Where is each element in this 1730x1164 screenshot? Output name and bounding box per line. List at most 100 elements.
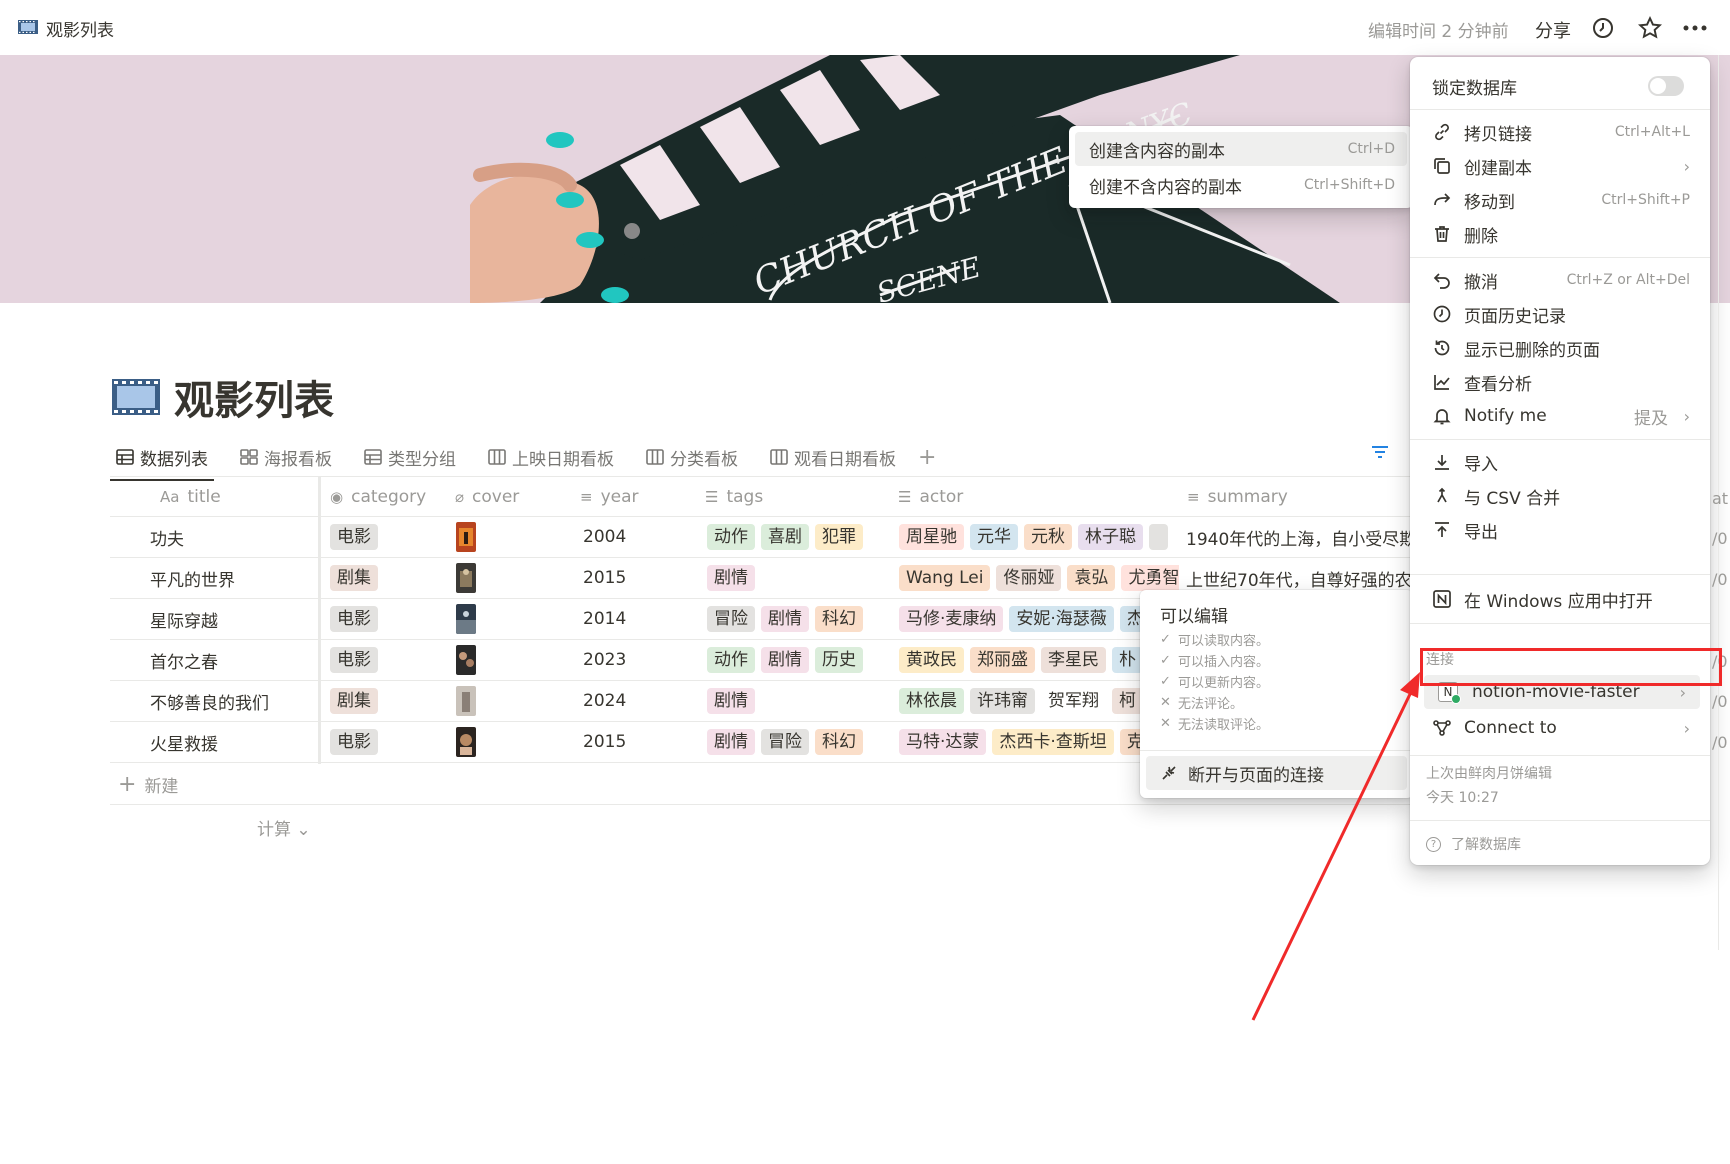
learn-database-link[interactable]: ? 了解数据库 <box>1426 834 1521 854</box>
import-item[interactable]: 导入 <box>1416 445 1704 479</box>
poster-thumbnail[interactable] <box>456 522 476 552</box>
export-item[interactable]: 导出 <box>1416 513 1704 547</box>
tag-chip: 犯罪 <box>815 524 863 550</box>
actor-chip: 杰西卡·查斯坦 <box>992 729 1114 755</box>
star-icon[interactable] <box>1637 15 1663 41</box>
permission-label: 可以更新内容。 <box>1178 676 1270 691</box>
divider <box>1410 574 1710 575</box>
category-tag: 电影 <box>330 524 378 550</box>
actor-chip: Wang Lei <box>899 565 991 591</box>
year-cell[interactable]: 2014 <box>583 599 626 639</box>
tag-chip: 科幻 <box>815 606 863 632</box>
column-header-category[interactable]: ◉ category <box>330 477 426 517</box>
view-tabs: 数据列表 海报看板 类型分组 上映日期看板 分类看板 观看日期看板 + <box>110 437 936 481</box>
actor-chip: 许玮甯 <box>970 688 1035 714</box>
tab-watch-board[interactable]: 观看日期看板 <box>764 437 902 477</box>
filter-icon[interactable] <box>1370 443 1390 461</box>
tag-chip: 动作 <box>707 524 755 550</box>
add-view-button[interactable]: + <box>918 445 936 470</box>
tab-category-board[interactable]: 分类看板 <box>640 437 744 477</box>
year-cell[interactable]: 2004 <box>583 517 626 557</box>
restore-icon <box>1434 340 1450 356</box>
year-cell[interactable]: 2015 <box>583 722 626 762</box>
delete-item[interactable]: 删除 <box>1416 217 1704 251</box>
gallery-icon <box>240 449 258 465</box>
view-analytics-item[interactable]: 查看分析 <box>1416 365 1704 399</box>
actor-chip: 柯 <box>1112 688 1143 714</box>
title-cell[interactable]: 星际穿越 <box>150 599 218 639</box>
duplicate-item[interactable]: 创建副本 › <box>1416 149 1704 183</box>
tab-type-group[interactable]: 类型分组 <box>358 437 462 477</box>
title-cell[interactable]: 首尔之春 <box>150 640 218 680</box>
tab-label: 数据列表 <box>140 449 208 470</box>
show-deleted-item[interactable]: 显示已删除的页面 <box>1416 331 1704 365</box>
new-row-button[interactable]: + 新建 <box>118 772 178 797</box>
tab-data-list[interactable]: 数据列表 <box>110 437 214 481</box>
title-cell[interactable]: 功夫 <box>150 517 184 557</box>
duplicate-without-content-item[interactable]: 创建不含内容的副本 Ctrl+Shift+D <box>1075 168 1407 202</box>
title-cell[interactable]: 火星救援 <box>150 722 218 762</box>
permission-label: 可以读取内容。 <box>1178 634 1270 649</box>
permission-item: ✕ 无法评论。 <box>1160 693 1243 712</box>
history-icon[interactable] <box>1591 16 1615 40</box>
tag-chip: 剧情 <box>707 565 755 591</box>
lock-toggle[interactable] <box>1648 76 1684 96</box>
shortcut-hint: Ctrl+D <box>1347 141 1395 157</box>
column-divider <box>318 477 321 764</box>
actor-chip: 佟丽娅 <box>996 565 1062 591</box>
year-cell[interactable]: 2024 <box>583 681 626 721</box>
page-title[interactable]: 观影列表 <box>174 368 334 426</box>
tab-label: 上映日期看板 <box>512 449 614 470</box>
column-header-title[interactable]: Aa title <box>160 477 221 517</box>
select-icon: ◉ <box>330 488 344 506</box>
poster-thumbnail[interactable] <box>456 563 476 593</box>
category-tag: 剧集 <box>330 565 378 591</box>
disconnect-button[interactable]: 断开与页面的连接 <box>1146 756 1407 790</box>
notify-me-item[interactable]: Notify me 提及 › <box>1416 399 1704 433</box>
poster-thumbnail[interactable] <box>456 727 476 757</box>
divider <box>1410 623 1710 624</box>
year-cell[interactable]: 2015 <box>583 558 626 598</box>
merge-csv-item[interactable]: 与 CSV 合并 <box>1416 479 1704 513</box>
actor-chip: 黄政民 <box>899 647 964 673</box>
poster-thumbnail[interactable] <box>456 604 476 634</box>
column-header-summary[interactable]: ≡ summary <box>1187 477 1288 517</box>
menu-item-label: 撤消 <box>1464 272 1498 293</box>
breadcrumb-title[interactable]: 观影列表 <box>46 16 114 41</box>
column-header-actor[interactable]: ☰ actor <box>898 477 963 517</box>
shortcut-hint: Ctrl+Alt+L <box>1614 124 1690 140</box>
menu-item-label: Connect to <box>1464 718 1557 738</box>
column-header-year[interactable]: ≡ year <box>580 477 639 517</box>
menu-item-label: 移动到 <box>1464 192 1515 213</box>
tab-release-board[interactable]: 上映日期看板 <box>482 437 620 477</box>
share-button[interactable]: 分享 <box>1535 17 1571 43</box>
page-history-item[interactable]: 页面历史记录 <box>1416 297 1704 331</box>
text-icon: ≡ <box>580 488 593 506</box>
title-cell[interactable]: 平凡的世界 <box>150 558 235 598</box>
menu-item-label: 删除 <box>1464 226 1498 247</box>
lock-database-item[interactable]: 锁定数据库 <box>1416 63 1704 109</box>
connect-to-item[interactable]: Connect to › <box>1416 711 1704 745</box>
column-header-cover[interactable]: ⌀ cover <box>455 477 519 517</box>
category-tag: 电影 <box>330 606 378 632</box>
clock-icon <box>1433 305 1451 323</box>
poster-thumbnail[interactable] <box>456 645 476 675</box>
open-in-windows-app-item[interactable]: 在 Windows 应用中打开 <box>1416 582 1704 616</box>
tab-poster-board[interactable]: 海报看板 <box>234 437 338 477</box>
move-to-item[interactable]: 移动到 Ctrl+Shift+P <box>1416 183 1704 217</box>
summary-cell[interactable]: 1940年代的上海，自小受尽欺 <box>1186 517 1410 557</box>
more-icon[interactable] <box>1680 15 1710 41</box>
copy-icon <box>1434 158 1450 174</box>
undo-item[interactable]: 撤消 Ctrl+Z or Alt+Del <box>1416 263 1704 297</box>
copy-link-item[interactable]: 拷贝链接 Ctrl+Alt+L <box>1416 115 1704 149</box>
poster-thumbnail[interactable] <box>456 686 476 716</box>
calculate-button[interactable]: 计算 ⌄ <box>257 815 311 840</box>
duplicate-with-content-item[interactable]: 创建含内容的副本 Ctrl+D <box>1075 132 1407 166</box>
menu-item-label: 创建副本 <box>1464 158 1532 179</box>
title-cell[interactable]: 不够善良的我们 <box>150 681 269 721</box>
column-header-tags[interactable]: ☰ tags <box>705 477 763 517</box>
board-icon <box>770 449 788 465</box>
year-cell[interactable]: 2023 <box>583 640 626 680</box>
table-row[interactable]: 功夫 电影 2004 动作 喜剧 犯罪 周星驰 元华 元秋 林子聪 1940年代的上海，自… <box>110 517 1410 558</box>
menu-item-label: 创建不含内容的副本 <box>1089 177 1242 198</box>
